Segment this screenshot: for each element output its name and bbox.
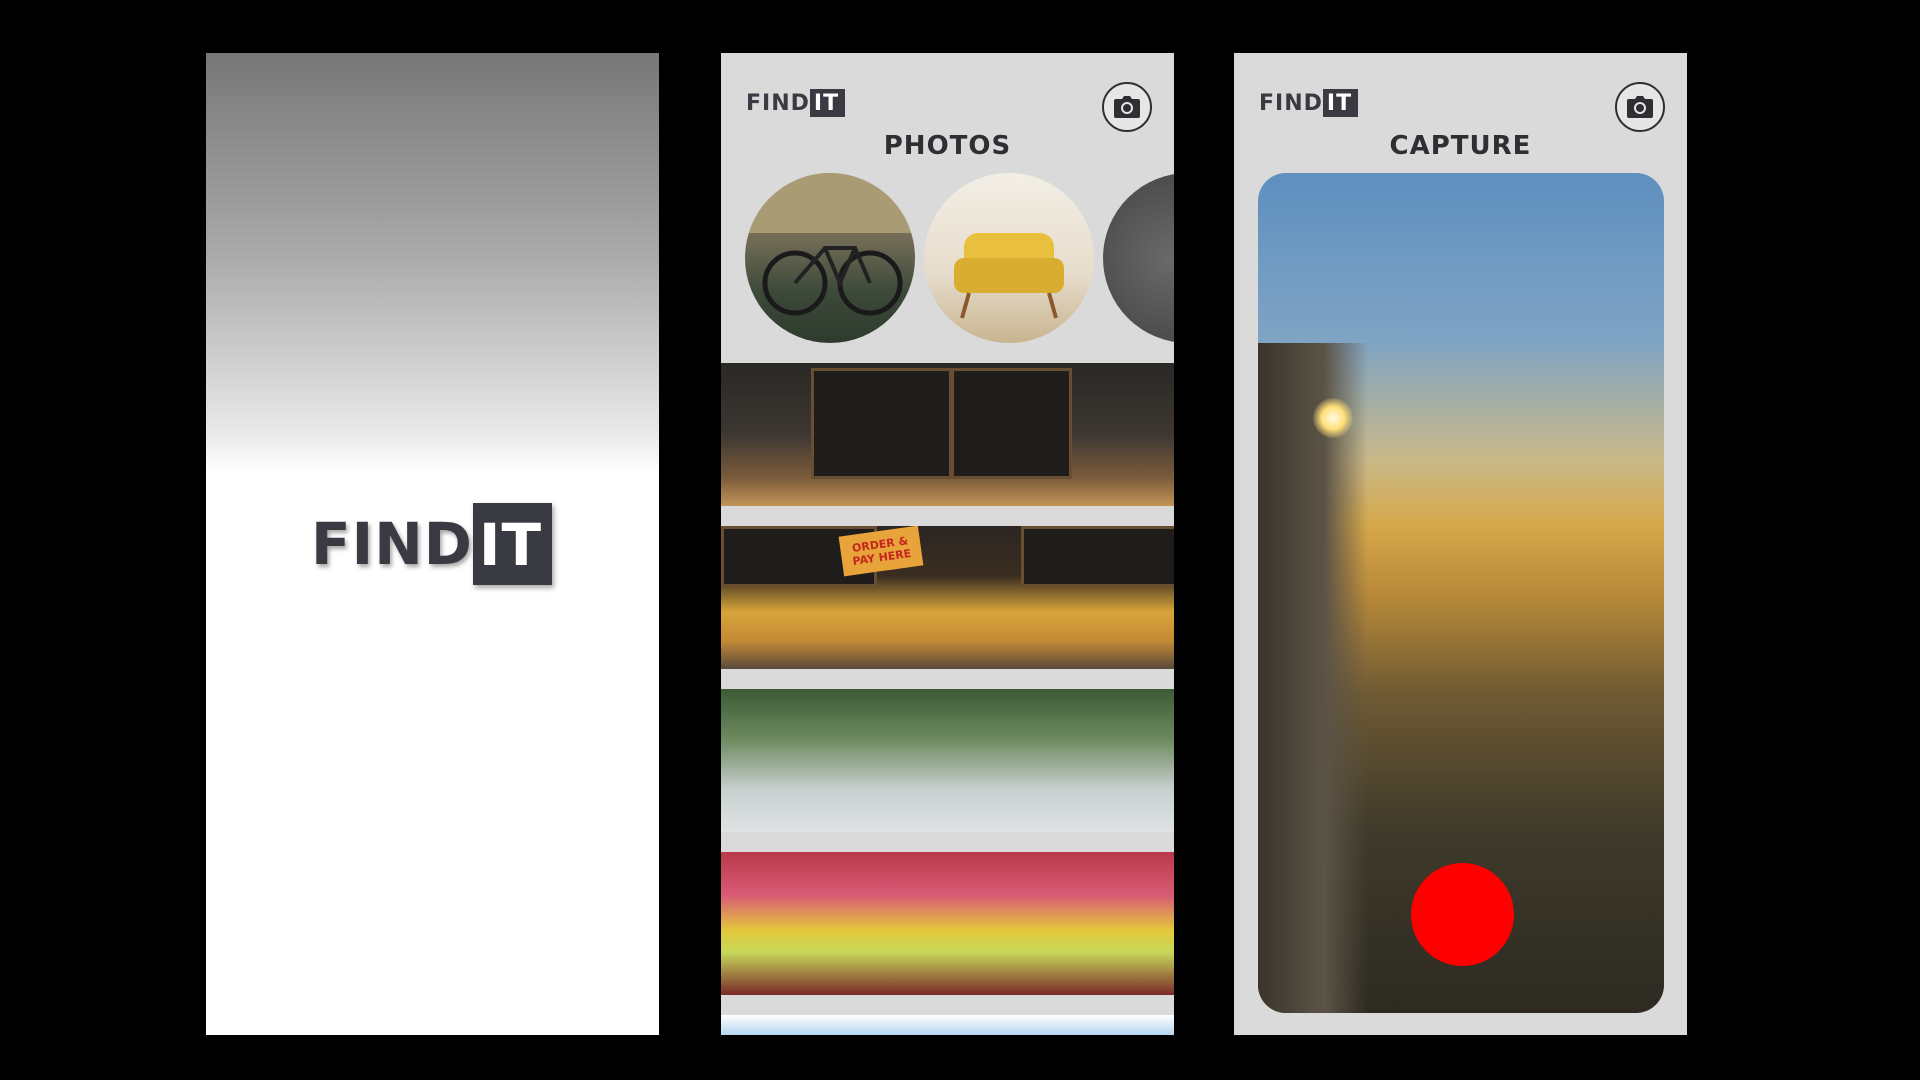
app-logo: FIND IT <box>311 503 553 585</box>
logo-it-badge: IT <box>472 503 553 585</box>
app-logo: FIND IT <box>746 89 846 117</box>
page-title: PHOTOS <box>883 131 1012 161</box>
page-title: CAPTURE <box>1389 131 1532 161</box>
photo-strip-partial[interactable] <box>721 1015 1174 1035</box>
photos-screen: FIND IT PHOTOS ORDER & PAY HERE <box>721 53 1174 1035</box>
armchair-image <box>954 233 1064 319</box>
photo-thumbnail-armchair[interactable] <box>924 173 1094 343</box>
photo-strip-cafe-menu[interactable] <box>721 363 1174 506</box>
logo-it-badge: IT <box>1322 89 1359 117</box>
camera-button[interactable] <box>1615 82 1665 132</box>
photo-strip-bakery[interactable]: ORDER & PAY HERE <box>721 526 1174 669</box>
logo-find-text: FIND <box>1259 90 1323 116</box>
photo-thumbnail-dark[interactable] <box>1103 173 1174 343</box>
camera-viewfinder[interactable] <box>1258 173 1664 1013</box>
sun-flare <box>1313 398 1353 438</box>
photo-strip-fountains[interactable] <box>721 689 1174 832</box>
splash-screen: FIND IT <box>206 53 659 1035</box>
order-sign-text: ORDER & PAY HERE <box>851 534 913 568</box>
cliff-rock <box>1258 343 1368 1013</box>
camera-icon <box>1627 96 1653 118</box>
photo-thumbnail-bicycle[interactable] <box>745 173 915 343</box>
app-logo: FIND IT <box>1259 89 1359 117</box>
camera-button[interactable] <box>1102 82 1152 132</box>
record-button[interactable] <box>1411 863 1514 966</box>
photo-strip-flowers[interactable] <box>721 852 1174 995</box>
bicycle-image <box>745 173 915 316</box>
capture-screen: FIND IT CAPTURE <box>1234 53 1687 1035</box>
camera-icon <box>1114 96 1140 118</box>
logo-find-text: FIND <box>746 90 810 116</box>
logo-find-text: FIND <box>311 510 473 578</box>
logo-it-badge: IT <box>809 89 846 117</box>
